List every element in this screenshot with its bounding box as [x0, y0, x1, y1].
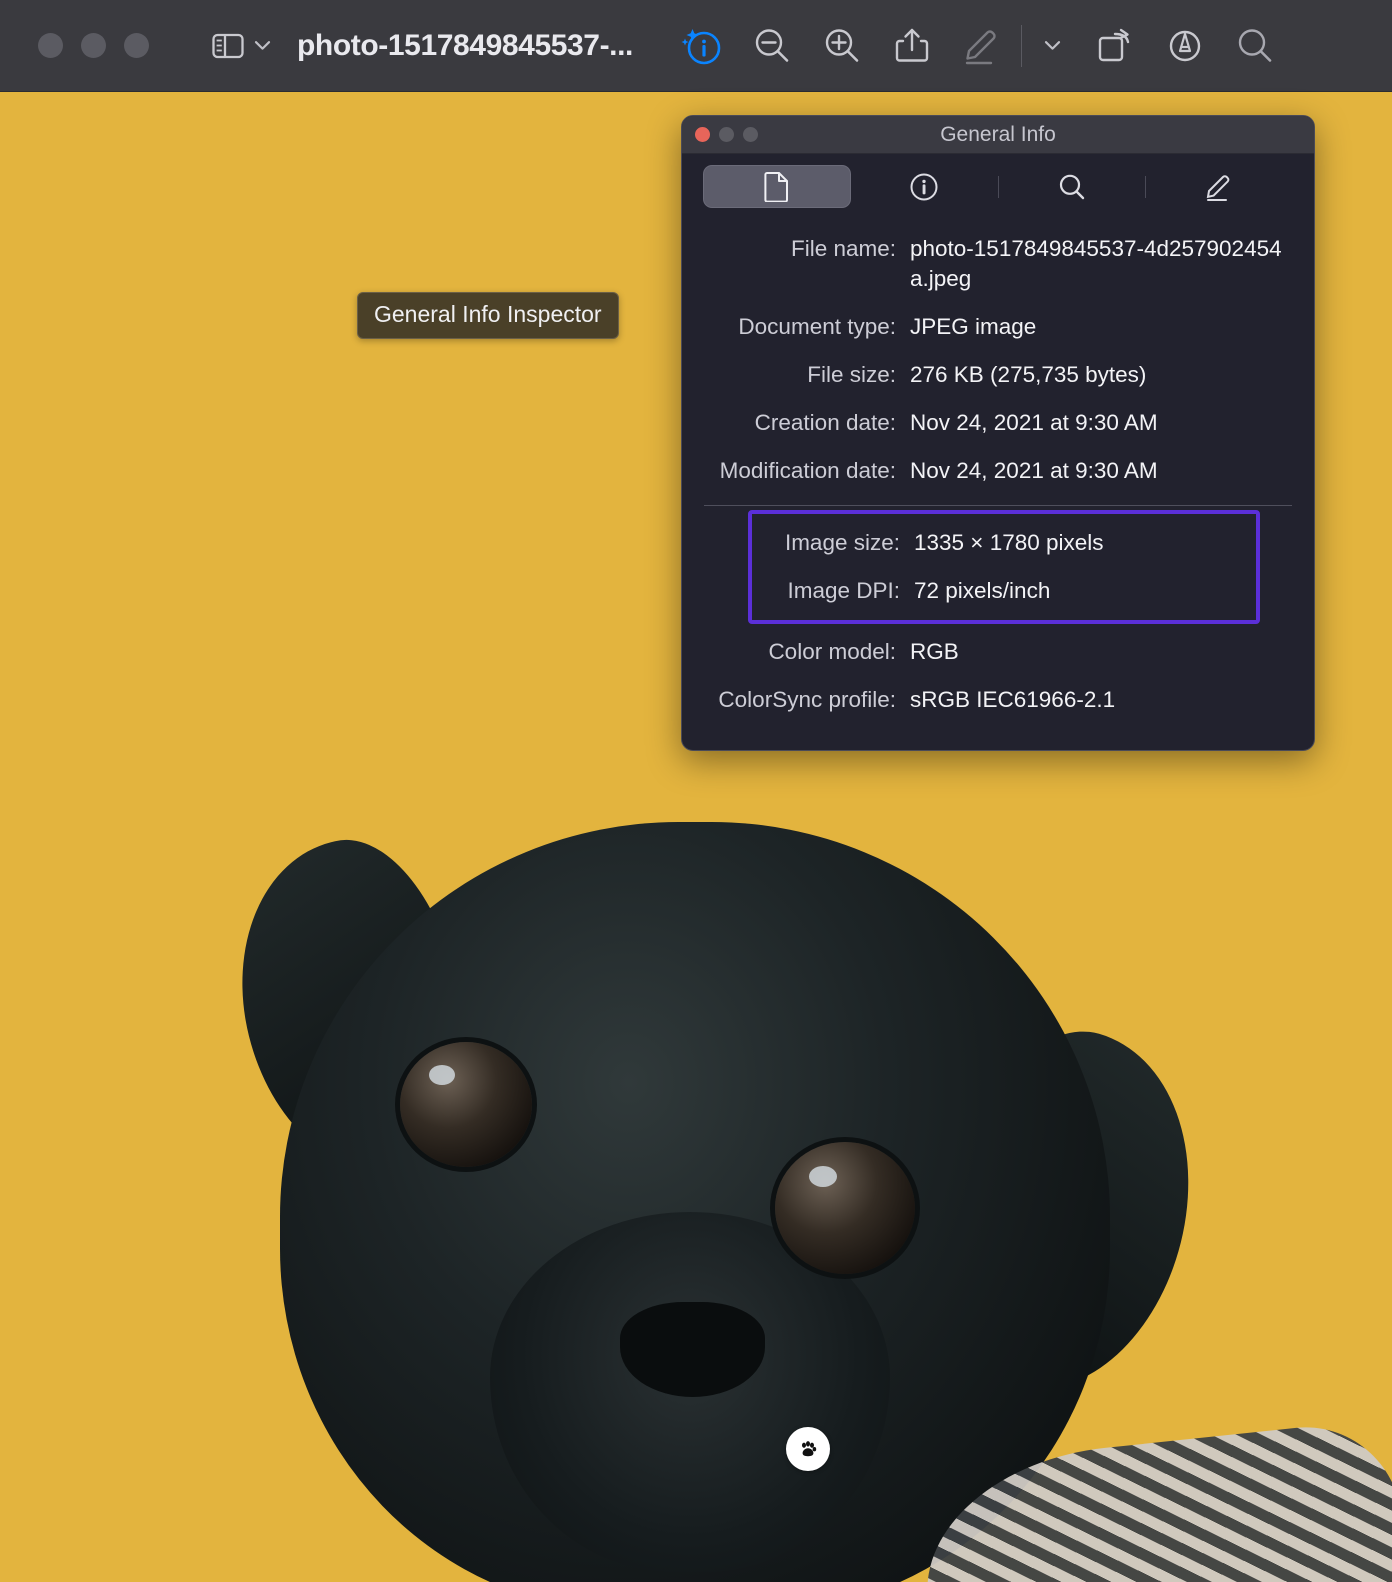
inspector-titlebar[interactable]: General Info [682, 116, 1314, 154]
traffic-lights [38, 33, 149, 58]
row-value: 72 pixels/inch [914, 578, 1051, 603]
rotate-button[interactable] [1080, 24, 1150, 68]
row-label: File name: [790, 236, 896, 261]
row-label: Image DPI: [787, 578, 900, 603]
sidebar-icon [212, 33, 244, 58]
info-circle-icon [910, 173, 938, 200]
tab-search[interactable] [999, 166, 1145, 207]
general-info-button[interactable] [667, 22, 737, 70]
sidebar-toggle-button[interactable] [211, 31, 271, 61]
info-row-image-dpi: Image DPI: 72 pixels/inch [752, 567, 1256, 615]
search-button[interactable] [1220, 25, 1290, 67]
info-row-colorsync-profile: ColorSync profile: sRGB IEC61966-2.1 [682, 676, 1314, 724]
highlighted-image-metadata-box: Image size: 1335 × 1780 pixels Image DPI… [748, 510, 1260, 624]
window-toolbar: photo-1517849845537-... [0, 0, 1392, 92]
annotate-icon [1169, 30, 1201, 61]
inspector-tabbar [682, 154, 1314, 217]
paw-print-badge[interactable] [786, 1427, 830, 1471]
row-label: Image size: [784, 530, 900, 555]
info-sparkle-icon [681, 28, 721, 64]
dog-right-eye [775, 1142, 915, 1274]
minimize-button[interactable] [81, 33, 106, 58]
pencil-icon [1206, 174, 1230, 201]
tab-document[interactable] [704, 166, 851, 207]
zoom-out-icon [755, 28, 789, 62]
zoom-in-icon [825, 28, 859, 62]
info-row-color-model: Color model: RGB [682, 628, 1314, 676]
rotate-icon [1098, 28, 1130, 61]
toolbar-actions [667, 22, 1290, 70]
section-divider [704, 505, 1292, 506]
row-value: photo-1517849845537-4d257902454a.jpeg [910, 236, 1282, 291]
general-info-inspector-panel: General Info File name: photo-1517849845… [681, 115, 1315, 751]
row-label: File size: [807, 362, 896, 387]
maximize-button[interactable] [124, 33, 149, 58]
info-row-modification-date: Modification date: Nov 24, 2021 at 9:30 … [682, 447, 1314, 495]
markup-pen-icon [965, 29, 996, 64]
tab-info[interactable] [851, 166, 997, 207]
eye-glint [808, 1165, 837, 1187]
toolbar-divider [1020, 24, 1022, 67]
row-value: RGB [910, 639, 959, 664]
row-value: Nov 24, 2021 at 9:30 AM [910, 458, 1158, 483]
zoom-in-button[interactable] [807, 25, 877, 67]
dog-photo-illustration [160, 742, 1392, 1582]
share-icon [895, 28, 929, 62]
paw-print-icon [802, 1441, 817, 1457]
inspector-tabs [704, 166, 1292, 207]
annotate-button[interactable] [1150, 24, 1220, 68]
chevron-down-icon [1045, 41, 1061, 50]
eye-glint [429, 1064, 456, 1085]
info-row-file-name: File name: photo-1517849845537-4d2579024… [682, 225, 1314, 303]
inspector-title: General Info [940, 122, 1056, 146]
document-title: photo-1517849845537-... [297, 28, 633, 62]
markup-button[interactable] [947, 24, 1017, 68]
row-label: Modification date: [719, 458, 896, 483]
zoom-out-button[interactable] [737, 25, 807, 67]
info-row-image-size: Image size: 1335 × 1780 pixels [752, 519, 1256, 567]
row-label: Document type: [738, 314, 896, 339]
row-label: ColorSync profile: [718, 687, 896, 712]
row-label: Creation date: [754, 410, 896, 435]
chevron-down-icon [254, 41, 271, 50]
search-icon [1059, 174, 1084, 199]
search-icon [1238, 28, 1272, 62]
markup-options-button[interactable] [1026, 40, 1080, 51]
info-row-document-type: Document type: JPEG image [682, 303, 1314, 351]
info-row-file-size: File size: 276 KB (275,735 bytes) [682, 351, 1314, 399]
tab-markup[interactable] [1146, 166, 1292, 207]
inspector-rows: File name: photo-1517849845537-4d2579024… [682, 217, 1314, 750]
row-label: Color model: [768, 639, 896, 664]
row-value: sRGB IEC61966-2.1 [910, 687, 1116, 712]
row-value: 1335 × 1780 pixels [914, 530, 1104, 555]
dog-left-eye [400, 1042, 532, 1167]
row-value: JPEG image [910, 314, 1037, 339]
share-button[interactable] [877, 24, 947, 68]
row-value: 276 KB (275,735 bytes) [910, 362, 1147, 387]
close-button[interactable] [38, 33, 63, 58]
tooltip: General Info Inspector [357, 292, 619, 339]
row-value: Nov 24, 2021 at 9:30 AM [910, 410, 1158, 435]
document-icon [764, 172, 789, 202]
info-row-creation-date: Creation date: Nov 24, 2021 at 9:30 AM [682, 399, 1314, 447]
